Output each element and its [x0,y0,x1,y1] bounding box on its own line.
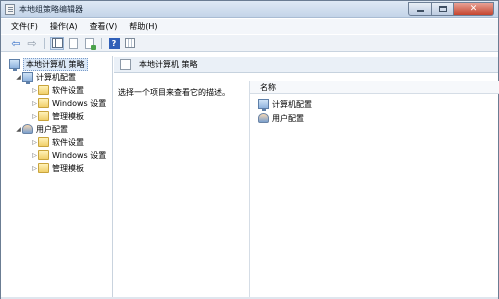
view-icon [125,38,135,48]
back-button[interactable]: ⇦ [9,37,23,50]
expand-arrow-icon[interactable]: ▷ [31,113,38,120]
folder-icon [38,98,49,108]
folder-icon [38,111,49,121]
tree-item-user-software[interactable]: ▷ 软件设置 [31,136,84,148]
export-list-button[interactable] [66,37,80,50]
details-list: 名称 计算机配置 用户配置 [249,81,499,297]
menu-bar: 文件(F) 操作(A) 查看(V) 帮助(H) [1,19,498,34]
expand-arrow-icon[interactable]: ▷ [31,100,38,107]
show-hide-tree-icon [51,38,63,48]
tree-item-user-admin-templates[interactable]: ▷ 管理模板 [31,162,84,174]
policy-icon [9,59,20,71]
list-item-user-config[interactable]: 用户配置 [258,112,304,124]
menu-help[interactable]: 帮助(H) [123,21,163,32]
tree-item-local-policy[interactable]: 本地计算机 策略 [9,57,88,71]
tree-item-label: 管理模板 [52,163,84,173]
tree-item-label: 计算机配置 [36,72,76,82]
minimize-button[interactable] [408,2,432,16]
properties-button[interactable] [82,37,96,50]
users-icon [22,124,33,134]
collapse-arrow-icon[interactable]: ◢ [15,126,22,133]
tree-item-computer-windows[interactable]: ▷ Windows 设置 [31,97,106,109]
app-icon [5,4,15,15]
back-icon: ⇦ [11,36,21,50]
list-item-label: 计算机配置 [272,99,312,109]
help-button[interactable]: ? [107,37,121,50]
folder-icon [38,137,49,147]
close-button[interactable]: ✕ [454,2,494,16]
folder-icon [38,150,49,160]
column-header-label: 名称 [260,82,276,92]
policy-editor-window: 本地组策略编辑器 ✕ 文件(F) 操作(A) 查看(V) 帮助(H) ⇦ ⇨ ?… [0,0,499,299]
tree-item-label: 软件设置 [52,85,84,95]
tree-item-label: Windows 设置 [52,150,107,160]
tree-item-label: 管理模板 [52,111,84,121]
forward-icon: ⇨ [27,36,37,50]
tree-item-label: 用户配置 [36,124,68,134]
tree-item-user-config[interactable]: ◢ 用户配置 [15,123,68,135]
tree-item-computer-config[interactable]: ◢ 计算机配置 [15,71,76,84]
description-text: 选择一个项目来查看它的描述。 [118,88,230,97]
tree-item-computer-software[interactable]: ▷ 软件设置 [31,84,84,96]
tree-item-user-windows[interactable]: ▷ Windows 设置 [31,149,106,161]
expand-arrow-icon[interactable]: ▷ [31,152,38,159]
navigation-tree: 本地计算机 策略 ◢ 计算机配置 ▷ 软件设置 ▷ Windows 设置 ▷ 管… [7,56,113,297]
tree-item-label: 软件设置 [52,137,84,147]
close-icon: ✕ [469,4,478,14]
maximize-button[interactable] [432,2,454,16]
computer-icon [22,72,33,84]
details-header: 本地计算机 策略 [114,57,498,73]
title-bar[interactable]: 本地组策略编辑器 ✕ [1,1,498,18]
collapse-arrow-icon[interactable]: ◢ [15,74,22,81]
expand-arrow-icon[interactable]: ▷ [31,165,38,172]
menu-action[interactable]: 操作(A) [44,21,84,32]
show-hide-tree-button[interactable] [50,36,64,50]
column-header-name[interactable]: 名称 [250,81,499,94]
window-controls: ✕ [408,2,494,16]
tree-item-label: 本地计算机 策略 [23,57,88,71]
toolbar-separator [44,37,45,49]
view-button[interactable] [123,37,137,50]
maximize-icon [438,6,447,12]
folder-icon [38,85,49,95]
menu-view[interactable]: 查看(V) [84,21,124,32]
export-list-icon [68,37,78,49]
expand-arrow-icon[interactable]: ▷ [31,139,38,146]
forward-button[interactable]: ⇨ [25,37,39,50]
minimize-icon [416,10,424,12]
window-title: 本地组策略编辑器 [19,5,83,14]
policy-icon [120,59,131,70]
toolbar-separator [101,37,102,49]
help-icon: ? [108,37,120,49]
tree-item-computer-admin-templates[interactable]: ▷ 管理模板 [31,110,84,122]
tree-item-label: Windows 设置 [52,98,107,108]
properties-icon [84,37,96,50]
computer-icon [258,99,269,111]
users-icon [258,113,269,123]
folder-icon [38,163,49,173]
toolbar: ⇦ ⇨ ? [1,35,498,52]
details-title: 本地计算机 策略 [139,60,198,69]
menu-file[interactable]: 文件(F) [5,21,44,32]
list-item-label: 用户配置 [272,113,304,123]
expand-arrow-icon[interactable]: ▷ [31,87,38,94]
list-item-computer-config[interactable]: 计算机配置 [258,98,312,111]
